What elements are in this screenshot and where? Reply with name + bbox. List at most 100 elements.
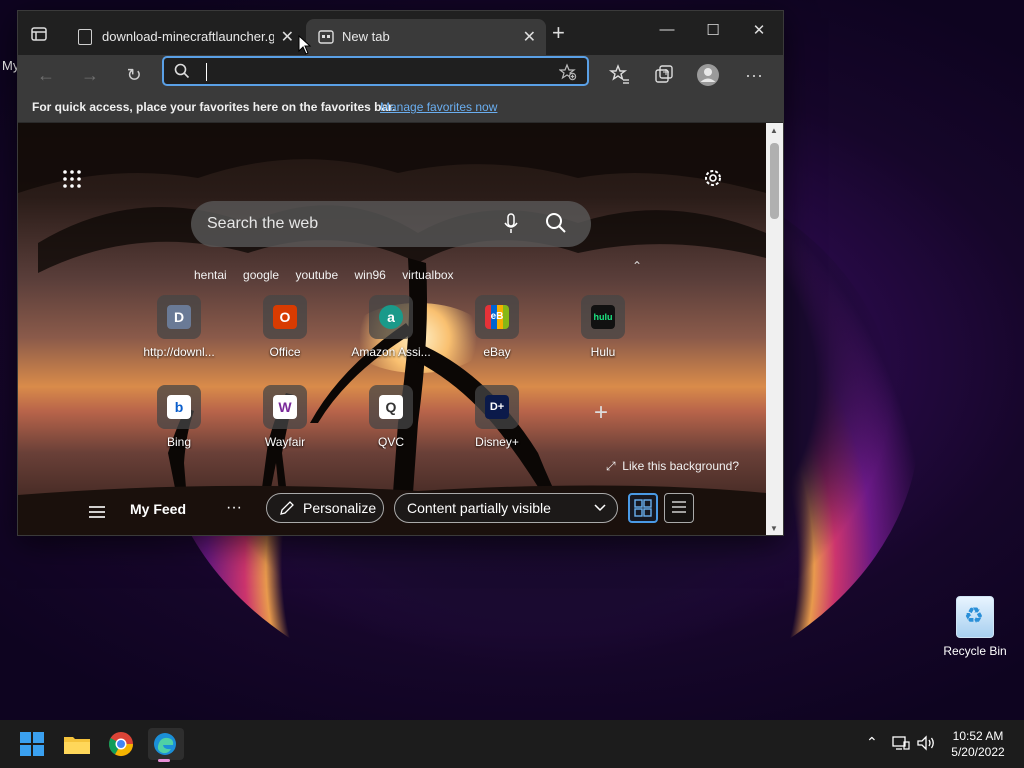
tile-icon-frame: b: [157, 385, 201, 429]
network-icon[interactable]: [892, 735, 910, 751]
tile-label: Office: [269, 345, 301, 359]
tile-icon-frame: a: [369, 295, 413, 339]
quick-search-link[interactable]: virtualbox: [402, 268, 453, 282]
tile-icon-frame: Q: [369, 385, 413, 429]
quick-search-link[interactable]: google: [243, 268, 279, 282]
more-options-icon[interactable]: ···: [226, 499, 242, 517]
tab-download-minecraftlauncher[interactable]: download-minecraftlauncher.glit ✕: [66, 19, 304, 55]
quick-link-tile[interactable]: W Wayfair: [242, 385, 328, 449]
office-icon: O: [273, 305, 297, 329]
grid-icon: [634, 499, 652, 517]
favorites-bar-hint: For quick access, place your favorites h…: [32, 100, 396, 114]
close-window-button[interactable]: ✕: [736, 21, 782, 45]
grid-view-button[interactable]: [628, 493, 658, 523]
like-background-text: Like this background?: [622, 459, 740, 473]
close-tab-icon[interactable]: ✕: [281, 27, 294, 47]
list-view-button[interactable]: [664, 493, 694, 523]
quick-search-link[interactable]: youtube: [295, 268, 338, 282]
text-caret: [206, 63, 207, 81]
recycle-bin-graphic: [956, 596, 994, 638]
quick-link-tile[interactable]: Q QVC: [348, 385, 434, 449]
hulu-icon: hulu: [591, 305, 615, 329]
menu-icon[interactable]: [88, 505, 106, 519]
chrome-icon[interactable]: [105, 728, 137, 760]
address-bar[interactable]: [162, 56, 589, 86]
list-icon: [672, 501, 686, 513]
bing-icon: b: [167, 395, 191, 419]
tab-title: download-minecraftlauncher.glit: [102, 29, 274, 44]
tile-icon-frame: hulu: [581, 295, 625, 339]
minimize-button[interactable]: —: [644, 21, 690, 45]
search-icon[interactable]: [545, 212, 567, 234]
web-search-box[interactable]: Search the web: [191, 201, 591, 247]
edge-taskbar-button[interactable]: [148, 728, 184, 762]
recycle-bin-icon[interactable]: Recycle Bin: [940, 596, 1010, 658]
tab-actions-icon[interactable]: [30, 25, 48, 43]
recycle-bin-label: Recycle Bin: [943, 644, 1007, 658]
start-windows-icon[interactable]: [16, 728, 48, 760]
clock-date: 5/20/2022: [951, 745, 1005, 759]
forward-button[interactable]: →: [78, 63, 102, 87]
scroll-down-arrow-icon[interactable]: ▼: [770, 524, 778, 533]
new-tab-button[interactable]: +: [552, 22, 565, 44]
scrollbar-thumb[interactable]: [770, 143, 779, 219]
ebay-icon: eB: [485, 305, 509, 329]
quick-link-tile[interactable]: b Bing: [136, 385, 222, 449]
settings-and-more-button[interactable]: ···: [742, 63, 766, 87]
scroll-up-arrow-icon[interactable]: ▲: [770, 126, 778, 135]
file-explorer-icon[interactable]: [61, 728, 93, 760]
content-visibility-dropdown[interactable]: Content partially visible: [394, 493, 618, 523]
tile-icon-frame: W: [263, 385, 307, 429]
quick-search-link[interactable]: win96: [354, 268, 385, 282]
search-placeholder: Search the web: [207, 215, 319, 232]
tile-label: eBay: [483, 345, 511, 359]
add-shortcut-icon[interactable]: +: [594, 399, 608, 427]
tile-icon-frame: eB: [475, 295, 519, 339]
quick-link-tile[interactable]: a Amazon Assi...: [348, 295, 434, 359]
quick-link-tile[interactable]: D http://downl...: [136, 295, 222, 359]
volume-icon[interactable]: [916, 735, 936, 751]
pencil-icon: [280, 501, 294, 515]
show-hidden-icons-chevron-icon[interactable]: ⌃: [866, 734, 878, 751]
page-scrollbar[interactable]: ▲ ▼: [766, 123, 783, 535]
back-button[interactable]: ←: [34, 63, 58, 87]
taskbar: ⌃ 10:52 AM 5/20/2022: [0, 720, 1024, 768]
personalize-label: Personalize: [303, 500, 377, 516]
expand-icon: ⤢: [606, 459, 616, 473]
tab-strip: download-minecraftlauncher.glit ✕ New ta…: [18, 11, 783, 55]
personalize-button[interactable]: Personalize: [266, 493, 384, 523]
quick-link-tile[interactable]: O Office: [242, 295, 328, 359]
page-settings-gear-icon[interactable]: [702, 167, 724, 189]
microphone-icon[interactable]: [503, 213, 519, 235]
quick-link-tile[interactable]: hulu Hulu: [560, 295, 646, 359]
manage-favorites-link[interactable]: Manage favorites now: [380, 100, 497, 114]
quick-link-tile[interactable]: eB eBay: [454, 295, 540, 359]
maximize-button[interactable]: ☐: [690, 21, 736, 45]
active-app-indicator: [158, 759, 170, 762]
tile-label: Bing: [166, 435, 192, 449]
edge-icon: [154, 733, 176, 755]
new-tab-page: Search the web hentai google youtube win…: [18, 123, 766, 535]
like-background-link[interactable]: ⤢ Like this background?: [606, 459, 739, 474]
collapse-chevron-icon[interactable]: ⌃: [632, 259, 642, 273]
search-icon: [174, 63, 190, 79]
favorites-icon[interactable]: [608, 63, 632, 87]
my-feed-title[interactable]: My Feed: [130, 501, 186, 517]
tab-new-tab[interactable]: New tab ✕: [306, 19, 546, 55]
app-launcher-icon[interactable]: [62, 169, 82, 189]
clock[interactable]: 10:52 AM 5/20/2022: [940, 728, 1016, 760]
profile-avatar-icon[interactable]: [696, 63, 720, 87]
address-input[interactable]: [204, 62, 548, 84]
quick-search-link[interactable]: hentai: [194, 268, 227, 282]
quick-link-tile[interactable]: D+ Disney+: [454, 385, 540, 449]
mouse-cursor-icon: [298, 35, 312, 55]
wayfair-icon: W: [273, 395, 297, 419]
refresh-button[interactable]: ↻: [122, 63, 146, 87]
close-tab-icon[interactable]: ✕: [523, 27, 536, 47]
collections-icon[interactable]: [652, 63, 676, 87]
add-favorite-icon[interactable]: [559, 63, 577, 81]
tab-title: New tab: [342, 29, 390, 44]
tile-label: Wayfair: [264, 435, 306, 449]
page-icon: [78, 29, 92, 45]
tile-icon-frame: O: [263, 295, 307, 339]
